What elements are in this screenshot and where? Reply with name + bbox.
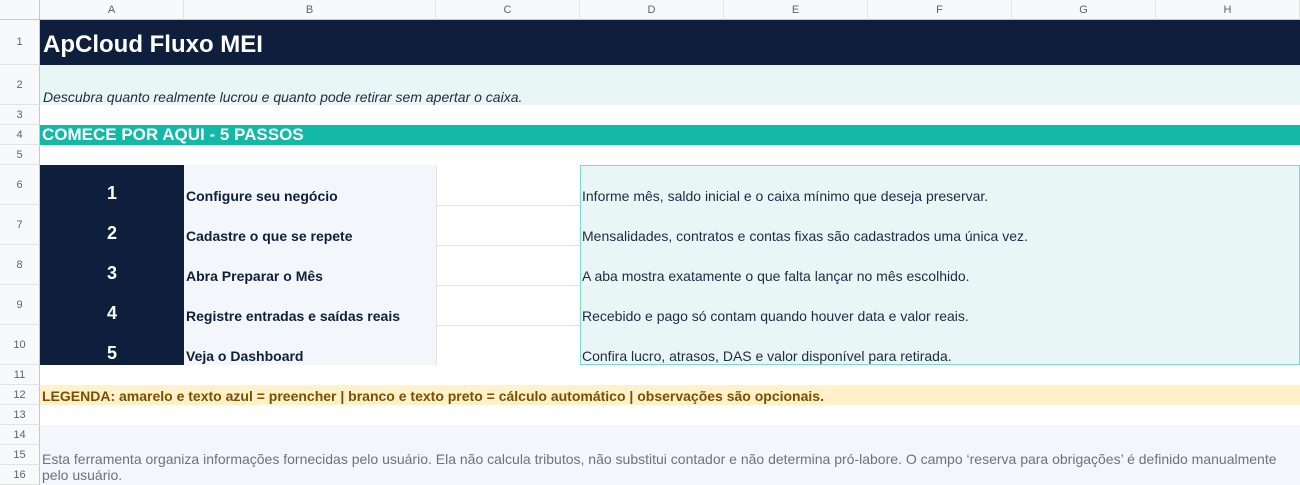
column-header-d[interactable]: D	[580, 0, 724, 20]
step-description[interactable]: Informe mês, saldo inicial e o caixa mín…	[582, 188, 1298, 208]
row-header-15[interactable]: 15	[0, 445, 40, 465]
step-number[interactable]: 2	[40, 205, 184, 245]
column-header-c[interactable]: C	[436, 0, 580, 20]
select-all-corner[interactable]	[0, 0, 40, 20]
step-number[interactable]: 4	[40, 285, 184, 325]
title-cell[interactable]: ApCloud Fluxo MEI	[40, 20, 1300, 65]
row-header-4[interactable]: 4	[0, 125, 40, 145]
step-title[interactable]: Configure seu negócio	[186, 188, 436, 208]
row-header-16[interactable]: 16	[0, 465, 40, 485]
row-header-1[interactable]: 1	[0, 20, 40, 65]
row-header-14[interactable]: 14	[0, 425, 40, 445]
step-description[interactable]: Recebido e pago só contam quando houver …	[582, 308, 1298, 328]
step-description[interactable]: Mensalidades, contratos e contas fixas s…	[582, 228, 1298, 248]
row-header-10[interactable]: 10	[0, 325, 40, 365]
row-header-2[interactable]: 2	[0, 65, 40, 105]
step-title[interactable]: Abra Preparar o Mês	[186, 268, 436, 288]
step-number[interactable]: 1	[40, 165, 184, 205]
gridline	[436, 285, 580, 286]
row-header-9[interactable]: 9	[0, 285, 40, 325]
step-title[interactable]: Veja o Dashboard	[186, 348, 436, 368]
row-header-5[interactable]: 5	[0, 145, 40, 165]
gridline	[436, 165, 437, 365]
step-title[interactable]: Registre entradas e saídas reais	[186, 308, 436, 328]
step-description[interactable]: Confira lucro, atrasos, DAS e valor disp…	[582, 348, 1298, 368]
column-header-a[interactable]: A	[40, 0, 184, 20]
row-header-7[interactable]: 7	[0, 205, 40, 245]
subtitle-cell[interactable]: Descubra quanto realmente lucrou e quant…	[40, 65, 1300, 105]
page-title: ApCloud Fluxo MEI	[43, 31, 263, 58]
row-header-6[interactable]: 6	[0, 165, 40, 205]
legend-cell[interactable]: LEGENDA: amarelo e texto azul = preenche…	[40, 385, 1300, 405]
disclaimer-cell[interactable]: Esta ferramenta organiza informações for…	[40, 425, 1300, 485]
step-description[interactable]: A aba mostra exatamente o que falta lanç…	[582, 268, 1298, 288]
legend-text: LEGENDA: amarelo e texto azul = preenche…	[42, 388, 824, 404]
section-header: COMECE POR AQUI - 5 PASSOS	[42, 125, 304, 144]
row-header-11[interactable]: 11	[0, 365, 40, 385]
column-header-b[interactable]: B	[184, 0, 436, 20]
gridline	[436, 205, 580, 206]
row-header-13[interactable]: 13	[0, 405, 40, 425]
row-header-3[interactable]: 3	[0, 105, 40, 125]
gridline	[436, 245, 580, 246]
column-header-h[interactable]: H	[1156, 0, 1300, 20]
step-title[interactable]: Cadastre o que se repete	[186, 228, 436, 248]
column-header-e[interactable]: E	[724, 0, 868, 20]
step-number[interactable]: 5	[40, 325, 184, 365]
gridline	[436, 325, 580, 326]
row-header-12[interactable]: 12	[0, 385, 40, 405]
step-number[interactable]: 3	[40, 245, 184, 285]
page-subtitle: Descubra quanto realmente lucrou e quant…	[43, 89, 523, 105]
section-header-cell[interactable]: COMECE POR AQUI - 5 PASSOS	[40, 125, 1300, 145]
disclaimer-text: Esta ferramenta organiza informações for…	[42, 451, 1277, 483]
column-header-f[interactable]: F	[868, 0, 1012, 20]
column-header-g[interactable]: G	[1012, 0, 1156, 20]
row-header-8[interactable]: 8	[0, 245, 40, 285]
